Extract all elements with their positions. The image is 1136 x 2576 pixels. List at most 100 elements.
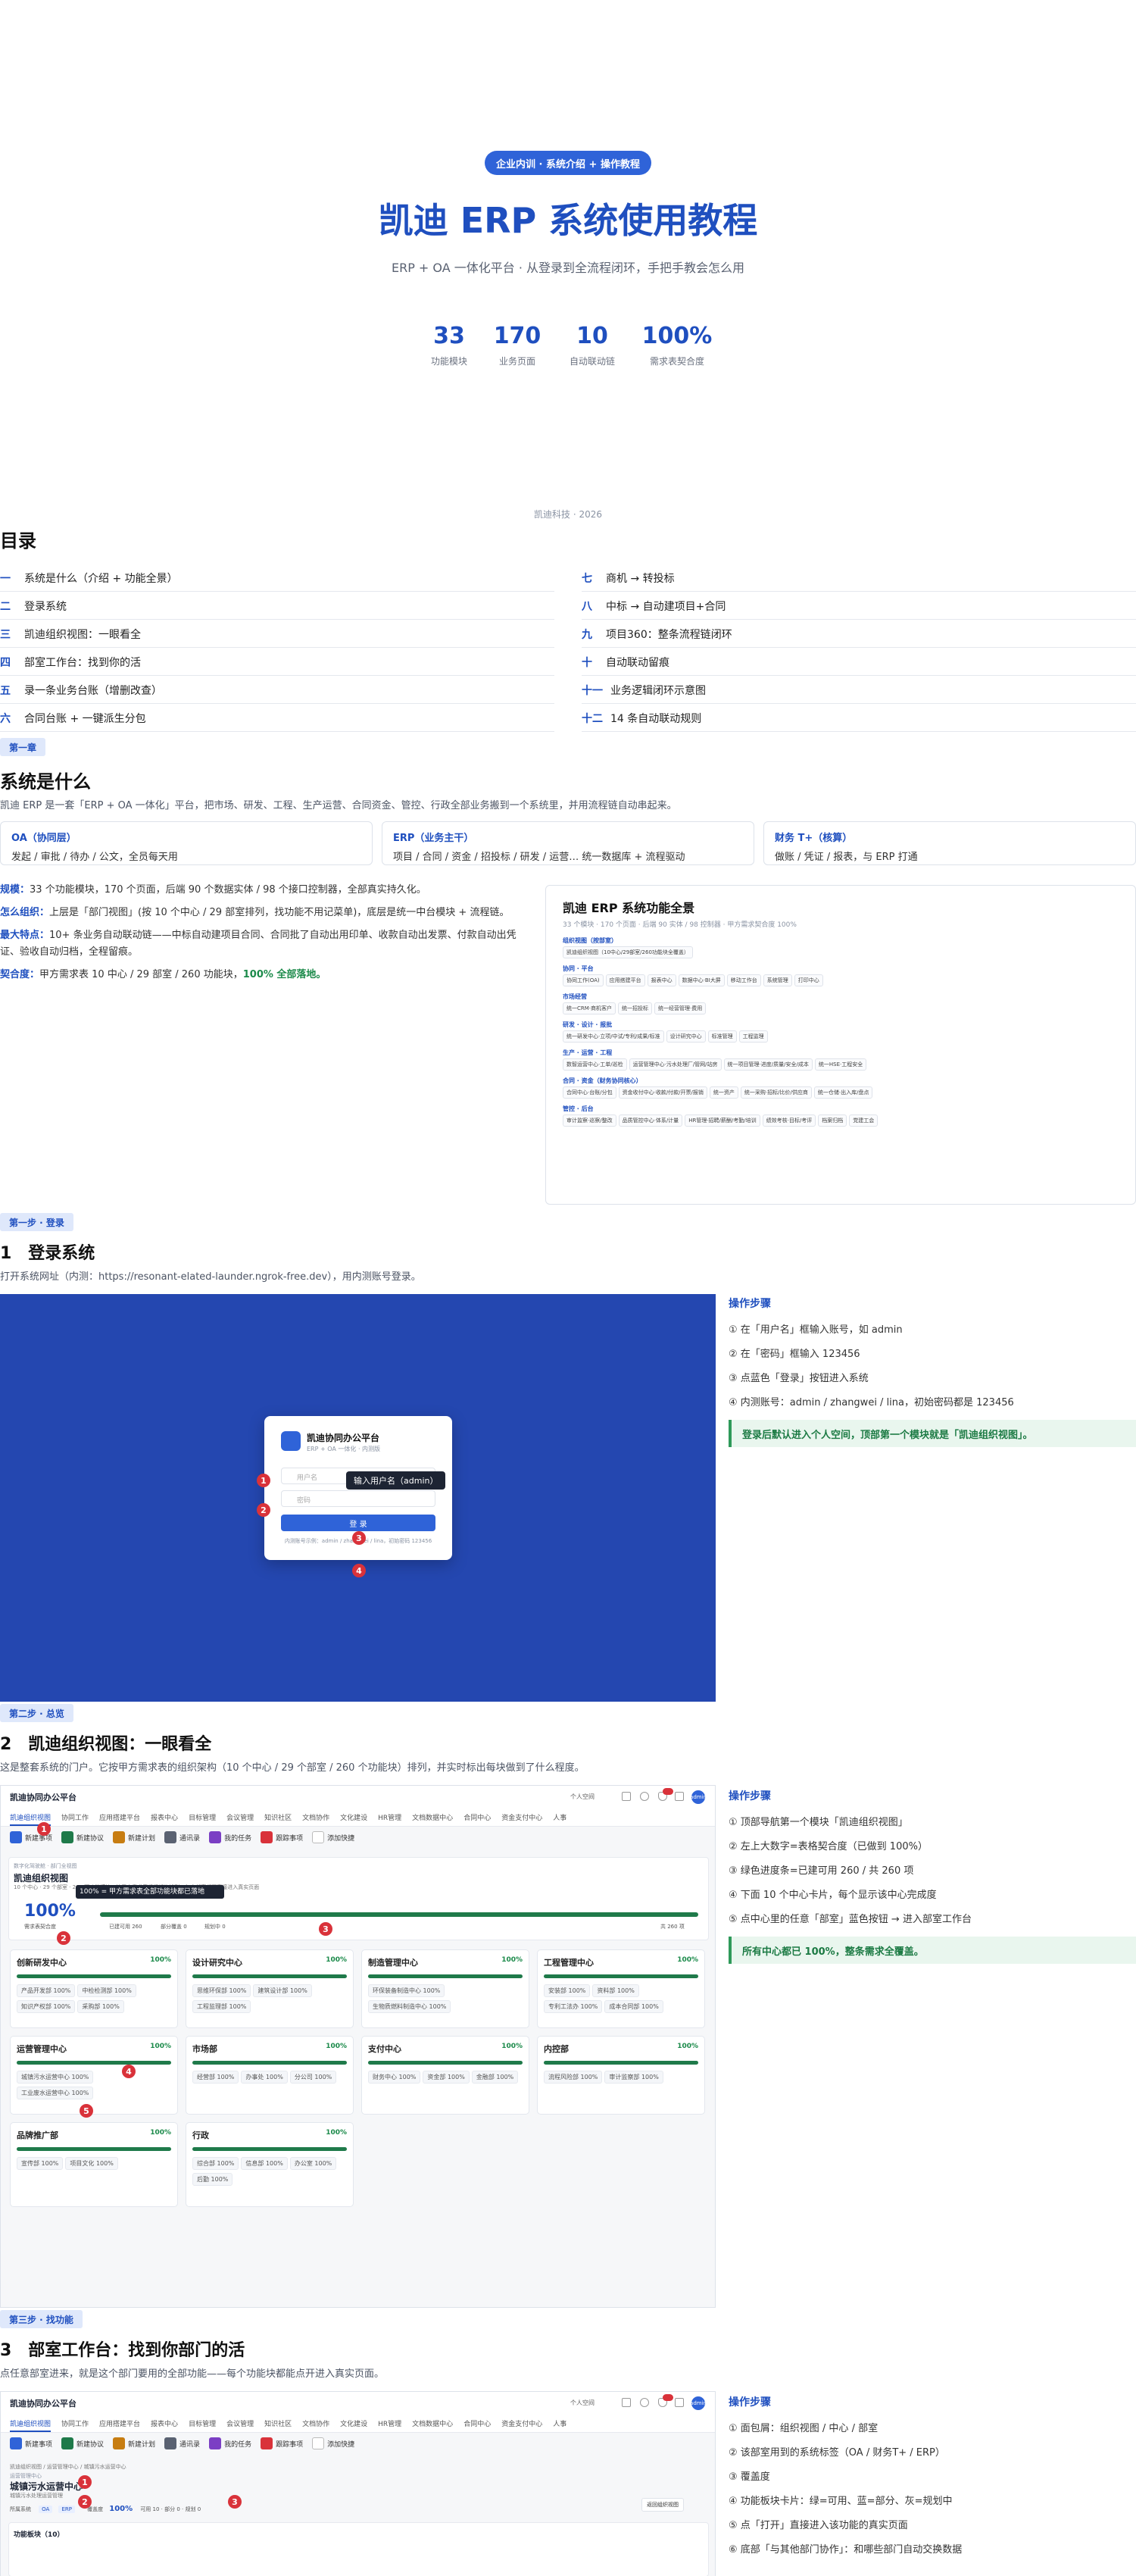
dept-button[interactable]: 资料部 100% <box>592 1984 639 1997</box>
toc-item[interactable]: 四部室工作台：找到你的活 <box>0 649 554 676</box>
mini-nav-tab[interactable]: 会议管理 <box>226 2418 254 2428</box>
quick-action-button[interactable]: 通讯录 <box>164 2437 200 2449</box>
module-tag[interactable]: 绩效考核·目标/考评 <box>762 1114 816 1127</box>
dept-button[interactable]: 建筑设计部 100% <box>253 1984 312 1997</box>
module-tag[interactable]: 档案归档 <box>818 1114 847 1127</box>
search-icon[interactable] <box>640 2398 649 2407</box>
dept-button[interactable]: 后勤 100% <box>192 2173 233 2186</box>
module-tag[interactable]: 统一经营管理·费用 <box>654 1002 707 1014</box>
module-tag[interactable]: 统一HSE·工程安全 <box>814 1058 867 1071</box>
dept-button[interactable]: 资金部 100% <box>423 2071 470 2084</box>
module-tag[interactable]: 统一项目管理·进度/质量/安全/成本 <box>723 1058 813 1071</box>
module-tag[interactable]: HR管理·招聘/薪酬/考勤/培训 <box>685 1114 760 1127</box>
mini-nav-tab[interactable]: 会议管理 <box>226 1812 254 1822</box>
module-tag[interactable]: 统一仓储·出入库/盘点 <box>813 1086 873 1099</box>
dept-button[interactable]: 采购部 100% <box>77 2000 124 2013</box>
quick-action-button[interactable]: 我的任务 <box>209 1831 251 1843</box>
mini-nav-tab[interactable]: 合同中心 <box>463 1812 491 1822</box>
quick-action-button[interactable]: 添加快捷 <box>312 2437 354 2449</box>
quick-action-button[interactable]: 跟踪事项 <box>261 2437 303 2449</box>
dept-button[interactable]: 综合部 100% <box>192 2157 239 2170</box>
dept-button[interactable]: 产品开发部 100% <box>17 1984 76 1997</box>
dept-button[interactable]: 思维环保部 100% <box>192 1984 251 1997</box>
password-input[interactable]: 密码 <box>281 1490 435 1507</box>
center-card[interactable]: 市场部 100% 经营部 100% 办事处 100% 分公司 100% <box>186 2036 354 2115</box>
mini-nav-tab[interactable]: HR管理 <box>378 2418 401 2428</box>
mini-nav-tab[interactable]: 文档协作 <box>302 1812 329 1822</box>
dept-button[interactable]: 信息部 100% <box>241 2157 288 2170</box>
mini-nav-tab[interactable]: 合同中心 <box>463 2418 491 2428</box>
module-tag[interactable]: 合同中心·台账/分包 <box>563 1086 616 1099</box>
grid-icon[interactable] <box>622 1792 631 1801</box>
quick-action-button[interactable]: 添加快捷 <box>312 1831 354 1843</box>
back-button[interactable]: 返回组织视图 <box>641 2498 684 2512</box>
dept-button[interactable]: 环保装备制造中心 100% <box>368 1984 445 1997</box>
dept-button[interactable]: 中检检测部 100% <box>77 1984 136 1997</box>
center-card[interactable]: 工程管理中心 100% 安装部 100% 资料部 100% 专利工法办 100% 成本合同… <box>537 1949 705 2028</box>
module-tag[interactable]: 统一资产 <box>709 1086 738 1099</box>
mini-nav-tab[interactable]: 协同工作 <box>61 2418 89 2428</box>
grid-icon[interactable] <box>622 2398 631 2407</box>
login-button[interactable]: 登 录 <box>281 1515 435 1531</box>
module-tag[interactable]: 系统管理 <box>763 974 792 986</box>
quick-action-button[interactable]: 新建计划 <box>113 2437 155 2449</box>
quick-action-button[interactable]: 跟踪事项 <box>261 1831 303 1843</box>
center-card[interactable]: 品牌推广部 100% 宣传部 100% 项目文化 100% <box>10 2122 178 2207</box>
personal-space-link[interactable]: 个人空间 <box>570 1793 595 1801</box>
quick-action-button[interactable]: 新建协议 <box>61 1831 104 1843</box>
module-tag[interactable]: 品质管控中心·体系/计量 <box>618 1114 683 1127</box>
toc-item[interactable]: 十二 14 条自动联动规则 <box>582 705 1136 732</box>
module-tag[interactable]: 统一研发中心·立项/中试/专利/成果/标准 <box>563 1030 664 1043</box>
quick-action-button[interactable]: 新建计划 <box>113 1831 155 1843</box>
center-card[interactable]: 行政 100% 综合部 100% 信息部 100% 办公室 100% 后勤 100% <box>186 2122 354 2207</box>
mini-nav-tab[interactable]: 知识社区 <box>264 1812 292 1822</box>
dept-button[interactable]: 知识产权部 100% <box>17 2000 76 2013</box>
toc-item[interactable]: 五录一条业务台账（增删改查） <box>0 677 554 704</box>
module-tag[interactable]: 统一招投标 <box>618 1002 653 1014</box>
module-tag[interactable]: 打印中心 <box>794 974 823 986</box>
dept-button[interactable]: 成本合同部 100% <box>604 2000 663 2013</box>
module-tag[interactable]: 运营管理中心·污水处理厂/管网/站房 <box>629 1058 722 1071</box>
mini-nav-tab[interactable]: 资金支付中心 <box>501 2418 542 2428</box>
mini-nav-tab[interactable]: 凯迪组织视图 <box>10 2418 51 2432</box>
dept-button[interactable]: 宣传部 100% <box>17 2157 64 2170</box>
toc-item[interactable]: 八 中标 → 自动建项目+合同 <box>582 592 1136 620</box>
module-tag[interactable]: 统一采购·招标/比价/供应商 <box>740 1086 812 1099</box>
toc-item[interactable]: 六合同台账 + 一键派生分包 <box>0 705 554 732</box>
dept-crumb[interactable]: 凯迪组织视图 / 运营管理中心 / 城镇污水运营中心 <box>10 2463 126 2471</box>
toc-item[interactable]: 七 商机 → 转投标 <box>582 564 1136 592</box>
module-tag[interactable]: 设计研究中心 <box>666 1030 706 1043</box>
center-card[interactable]: 内控部 100% 流程风险部 100% 审计监察部 100% <box>537 2036 705 2115</box>
mini-nav-tab[interactable]: 文档协作 <box>302 2418 329 2428</box>
module-tag[interactable]: 工程监理 <box>738 1030 768 1043</box>
toc-item[interactable]: 二登录系统 <box>0 592 554 620</box>
mini-nav-tab[interactable]: 文档数据中心 <box>412 2418 453 2428</box>
toc-item[interactable]: 十 自动联动留痕 <box>582 649 1136 676</box>
avatar[interactable]: admin <box>691 2396 705 2410</box>
mini-nav-tab[interactable]: 协同工作 <box>61 1812 89 1822</box>
dept-button[interactable]: 审计监察部 100% <box>604 2071 663 2084</box>
module-tag[interactable]: 标准管理 <box>707 1030 737 1043</box>
module-tag[interactable]: 统一CRM·商机客户 <box>563 1002 616 1014</box>
mini-nav-tab[interactable]: 目标管理 <box>189 2418 216 2428</box>
quick-action-button[interactable]: 新建事项 <box>10 2437 52 2449</box>
settings-icon[interactable] <box>675 2398 684 2407</box>
search-icon[interactable] <box>640 1792 649 1801</box>
center-card[interactable]: 运营管理中心 100% 城镇污水运营中心 100% 工业废水运营中心 100% <box>10 2036 178 2115</box>
mini-nav-tab[interactable]: 应用搭建平台 <box>99 2418 140 2428</box>
dept-button[interactable]: 专利工法办 100% <box>544 2000 603 2013</box>
dept-button[interactable]: 生物质燃料制造中心 100% <box>368 2000 451 2013</box>
quick-action-button[interactable]: 通讯录 <box>164 1831 200 1843</box>
mini-nav-tab[interactable]: HR管理 <box>378 1812 401 1822</box>
dept-button[interactable]: 金融部 100% <box>471 2071 519 2084</box>
dept-button[interactable]: 工业废水运营中心 100% <box>17 2087 94 2099</box>
dept-button[interactable]: 项目文化 100% <box>65 2157 118 2170</box>
toc-item[interactable]: 十一 业务逻辑闭环示意图 <box>582 677 1136 704</box>
dept-button[interactable]: 办事处 100% <box>241 2071 288 2084</box>
settings-icon[interactable] <box>675 1792 684 1801</box>
toc-item[interactable]: 九 项目360：整条流程链闭环 <box>582 621 1136 648</box>
mini-nav-tab[interactable]: 文档数据中心 <box>412 1812 453 1822</box>
module-tag[interactable]: 资金收付中心·收款/付款/开票/报销 <box>618 1086 707 1099</box>
module-tag[interactable]: 协同工作(OA) <box>563 974 604 986</box>
module-tag[interactable]: 应用搭建平台 <box>605 974 645 986</box>
